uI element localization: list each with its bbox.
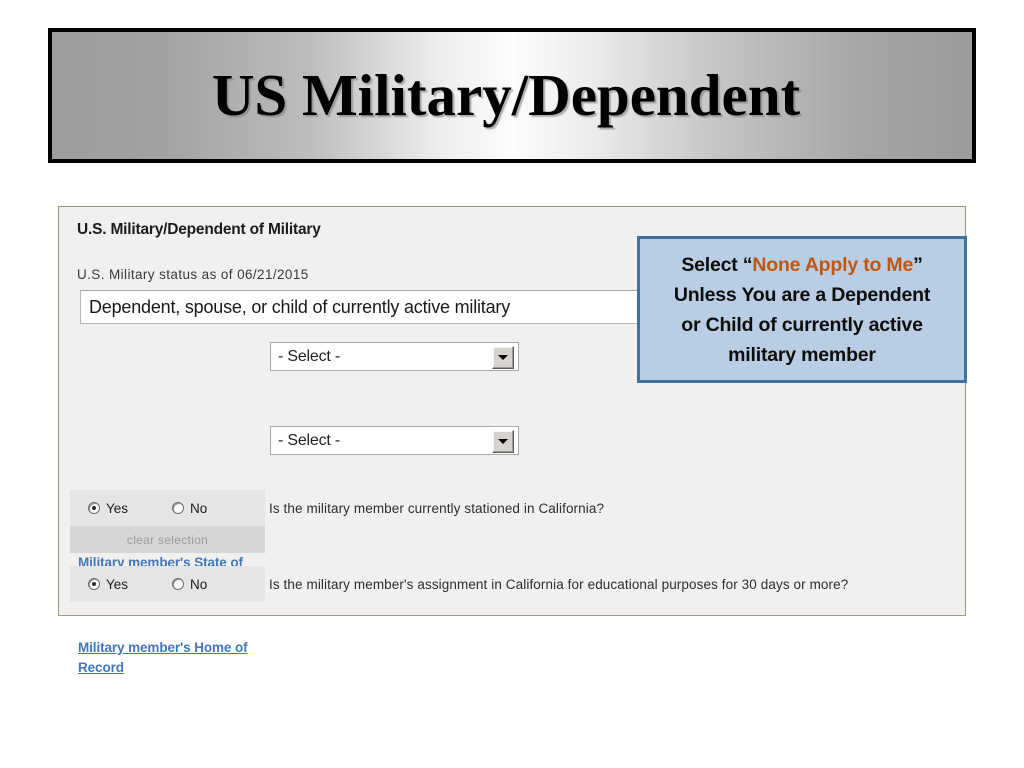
- triangle-glyph: [498, 439, 508, 444]
- callout-line-1-prefix: Select “: [681, 253, 753, 276]
- select-home-of-record-value: - Select -: [278, 431, 341, 449]
- question-stationed-in-california: Is the military member currently station…: [269, 501, 605, 516]
- callout-line-3: or Child of currently active: [681, 313, 923, 336]
- radio-stationed-no[interactable]: No: [172, 501, 207, 516]
- radio-button-icon[interactable]: [172, 502, 185, 514]
- form-heading: U.S. Military/Dependent of Military: [77, 221, 321, 238]
- select-home-of-record[interactable]: - Select -: [270, 426, 519, 455]
- callout-line-4: military member: [728, 343, 876, 366]
- chevron-down-icon[interactable]: [492, 430, 514, 453]
- radio-stationed-yes[interactable]: Yes: [88, 501, 128, 516]
- clear-selection-button[interactable]: clear selection: [70, 526, 265, 553]
- military-status-label: U.S. Military status as of 06/21/2015: [77, 267, 309, 282]
- military-status-select[interactable]: Dependent, spouse, or child of currently…: [80, 290, 677, 324]
- radio-group-assignment-educational-purposes: Yes No: [70, 566, 265, 602]
- callout-line-2: Unless You are a Dependent: [673, 283, 931, 306]
- chevron-down-icon[interactable]: [492, 346, 514, 369]
- radio-stationed-yes-label: Yes: [106, 500, 129, 516]
- radio-assignment-yes[interactable]: Yes: [88, 577, 128, 592]
- radio-button-icon[interactable]: [172, 578, 185, 590]
- radio-button-icon[interactable]: [88, 502, 100, 514]
- radio-assignment-no[interactable]: No: [172, 577, 207, 592]
- radio-stationed-no-label: No: [190, 500, 208, 516]
- radio-assignment-yes-label: Yes: [106, 576, 129, 592]
- callout-line-1-highlight: None Apply to Me: [752, 253, 914, 276]
- select-state-of-legal-residence[interactable]: - Select -: [270, 342, 519, 371]
- radio-group-stationed-in-california: Yes No: [70, 490, 265, 526]
- callout-box: Select “None Apply to Me” Unless You are…: [637, 236, 967, 383]
- military-status-value: Dependent, spouse, or child of currently…: [89, 296, 511, 317]
- question-assignment-educational-purposes: Is the military member's assignment in C…: [269, 577, 849, 592]
- triangle-glyph: [498, 355, 508, 360]
- radio-assignment-no-label: No: [190, 576, 208, 592]
- radio-button-icon[interactable]: [88, 578, 100, 590]
- callout-line-1-suffix: ”: [913, 253, 923, 276]
- select-state-of-legal-residence-value: - Select -: [278, 347, 341, 365]
- link-military-home-of-record[interactable]: Military member's Home of Record: [78, 638, 253, 678]
- page-title: US Military/Dependent: [211, 62, 801, 128]
- callout-line-1: Select “None Apply to Me”: [681, 250, 923, 280]
- slide-title-banner: US Military/Dependent: [48, 28, 976, 163]
